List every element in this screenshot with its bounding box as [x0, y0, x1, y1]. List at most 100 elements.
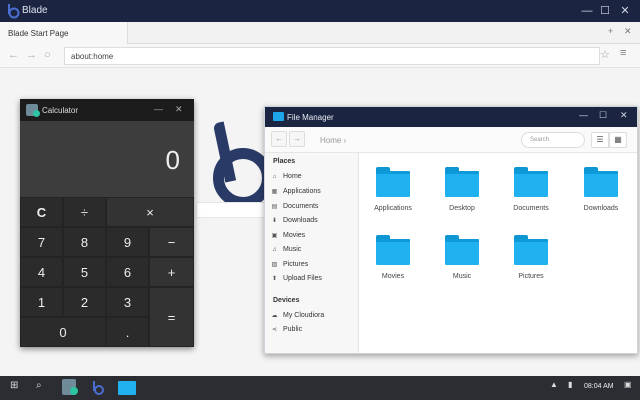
folder-label: Music: [452, 273, 472, 280]
calculator-minimize-icon[interactable]: —: [154, 104, 163, 114]
multiply-button[interactable]: ×: [106, 197, 194, 227]
folder-label: Documents: [513, 205, 549, 212]
taskbar-blade-icon[interactable]: [92, 380, 104, 396]
notification-icon[interactable]: ▣: [624, 380, 632, 389]
list-view-icon[interactable]: ☰: [591, 132, 609, 148]
sidebar-item-upload-files[interactable]: ⬆ Upload Files: [271, 275, 322, 282]
eight-button[interactable]: 8: [63, 227, 106, 257]
folder-desktop[interactable]: Desktop: [427, 167, 497, 212]
taskbar: ⊞ ⌕ ▲ ▮ 08:04 AM ▣: [0, 376, 640, 400]
folder-label: Desktop: [449, 205, 475, 212]
calculator-window: Calculator — ✕ 0 C ÷ × 7 8 9 − 4 5 6 + 1…: [20, 99, 194, 347]
taskbar-file-manager-icon[interactable]: [118, 381, 136, 395]
close-tab-icon[interactable]: ✕: [624, 26, 632, 37]
file-manager-maximize-icon[interactable]: ☐: [599, 110, 607, 121]
five-button[interactable]: 5: [63, 257, 106, 287]
browser-titlebar: Blade — ☐ ✕: [0, 0, 640, 22]
equals-button[interactable]: =: [149, 287, 194, 347]
add-button[interactable]: +: [149, 257, 194, 287]
grid-icon: ▦: [271, 189, 278, 195]
close-icon[interactable]: ✕: [616, 2, 634, 20]
navigation-bar: ← → ○ about:home ☆ ≡: [0, 44, 640, 68]
home-icon: ⌂: [272, 173, 277, 180]
forward-icon[interactable]: →: [26, 49, 37, 61]
fm-back-icon[interactable]: ←: [271, 131, 287, 147]
folder-downloads[interactable]: Downloads: [566, 167, 636, 212]
folder-icon: [514, 167, 548, 197]
cloud-drive-icon: ☁: [271, 313, 278, 319]
address-bar[interactable]: about:home: [64, 47, 600, 65]
two-button[interactable]: 2: [63, 287, 106, 317]
folder-label: Pictures: [518, 273, 544, 280]
tab-start-page[interactable]: Blade Start Page: [0, 22, 128, 44]
reload-icon[interactable]: ○: [44, 49, 51, 61]
picture-icon: ▨: [271, 262, 278, 268]
tab-bar: Blade Start Page + ✕: [0, 22, 640, 44]
sidebar-item-label: Documents: [283, 203, 319, 210]
six-button[interactable]: 6: [106, 257, 149, 287]
sidebar-item-downloads[interactable]: ⬇ Downloads: [271, 217, 318, 224]
taskbar-calculator-badge: [70, 387, 78, 395]
four-button[interactable]: 4: [20, 257, 63, 287]
start-page-search-input[interactable]: [196, 202, 266, 218]
divide-button[interactable]: ÷: [63, 197, 106, 227]
sidebar-item-label: Pictures: [283, 261, 309, 268]
sidebar-item-label: Music: [283, 246, 302, 253]
file-manager-titlebar[interactable]: File Manager — ☐ ✕: [265, 107, 637, 127]
folder-movies[interactable]: Movies: [358, 235, 428, 280]
new-tab-icon[interactable]: +: [608, 26, 613, 36]
back-icon[interactable]: ←: [8, 49, 19, 61]
file-manager-title: File Manager: [287, 113, 334, 122]
browser-title: Blade: [22, 5, 48, 16]
file-manager-close-icon[interactable]: ✕: [620, 110, 628, 121]
file-manager-toolbar: ← → Home › Search ☰ ▦: [265, 127, 637, 153]
file-manager-minimize-icon[interactable]: —: [579, 110, 588, 120]
folder-label: Applications: [374, 205, 412, 212]
subtract-button[interactable]: −: [149, 227, 194, 257]
sidebar-item-label: Movies: [283, 232, 306, 239]
folder-applications[interactable]: Applications: [358, 167, 428, 212]
sidebar-item-home[interactable]: ⌂ Home: [271, 173, 302, 180]
sidebar-item-movies[interactable]: ▣ Movies: [271, 232, 306, 239]
launcher-grid-icon[interactable]: ⊞: [10, 380, 18, 391]
wifi-icon[interactable]: ▲: [550, 380, 558, 389]
sidebar-item-public[interactable]: ⋖ Public: [271, 326, 302, 333]
search-icon[interactable]: ⌕: [36, 380, 42, 391]
sidebar-item-my-cloudiora[interactable]: ☁ My Cloudiora: [271, 312, 325, 319]
battery-icon[interactable]: ▮: [568, 380, 572, 389]
sidebar-item-label: Upload Files: [283, 275, 322, 282]
calculator-keypad: C ÷ × 7 8 9 − 4 5 6 + 1 2 3 = 0 .: [20, 197, 194, 347]
minimize-icon[interactable]: —: [578, 2, 596, 20]
seven-button[interactable]: 7: [20, 227, 63, 257]
address-text: about:home: [71, 52, 114, 61]
calculator-close-icon[interactable]: ✕: [175, 104, 183, 115]
file-manager-app-icon: [273, 112, 284, 121]
folder-music[interactable]: Music: [427, 235, 497, 280]
breadcrumb[interactable]: Home ›: [320, 136, 346, 145]
calculator-titlebar[interactable]: Calculator — ✕: [20, 99, 194, 121]
folder-label: Downloads: [583, 205, 619, 212]
one-button[interactable]: 1: [20, 287, 63, 317]
chevron-right-icon: ›: [341, 136, 347, 145]
places-sidebar: Places ⌂ Home ▦ Applications ▤ Documents ⬇ D…: [265, 153, 359, 353]
maximize-icon[interactable]: ☐: [596, 2, 614, 20]
fm-search-input[interactable]: Search: [521, 132, 585, 148]
zero-button[interactable]: 0: [20, 317, 106, 347]
clock[interactable]: 08:04 AM: [584, 383, 614, 390]
grid-view-icon[interactable]: ▦: [609, 132, 627, 148]
sidebar-item-music[interactable]: ♫ Music: [271, 246, 301, 253]
sidebar-item-applications[interactable]: ▦ Applications: [271, 188, 321, 195]
sidebar-item-documents[interactable]: ▤ Documents: [271, 203, 319, 210]
nine-button[interactable]: 9: [106, 227, 149, 257]
clear-button[interactable]: C: [20, 197, 63, 227]
fm-forward-icon[interactable]: →: [289, 131, 305, 147]
folder-documents[interactable]: Documents: [496, 167, 566, 212]
folder-pictures[interactable]: Pictures: [496, 235, 566, 280]
browser-menu-icon[interactable]: ≡: [620, 47, 626, 59]
bookmark-star-icon[interactable]: ☆: [600, 48, 610, 61]
three-button[interactable]: 3: [106, 287, 149, 317]
tab-label: Blade Start Page: [8, 29, 69, 38]
music-icon: ♫: [272, 246, 277, 253]
decimal-button[interactable]: .: [106, 317, 149, 347]
sidebar-item-pictures[interactable]: ▨ Pictures: [271, 261, 309, 268]
